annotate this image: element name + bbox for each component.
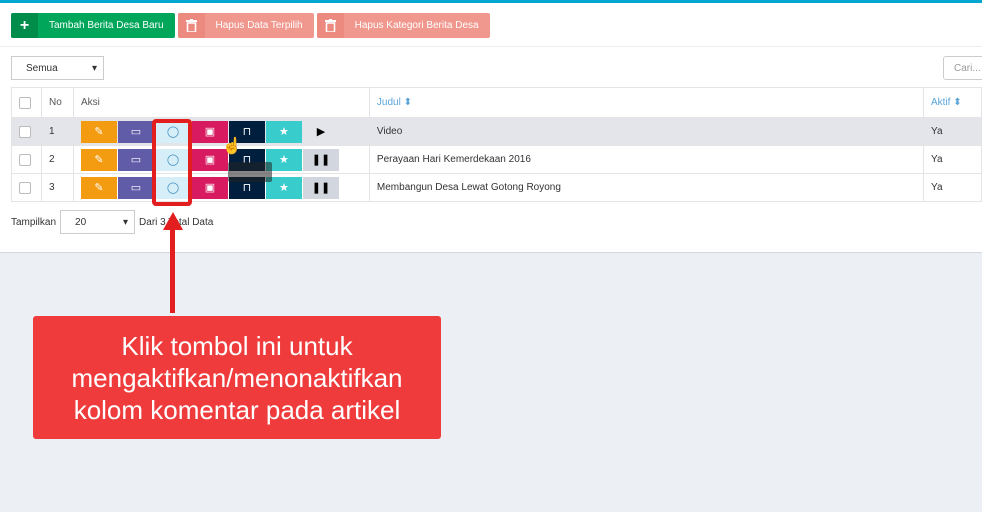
- header-aksi: Aksi: [72, 87, 370, 118]
- row-no: 1: [40, 117, 74, 146]
- trash-icon: ▣: [204, 154, 216, 166]
- add-news-button[interactable]: + Tambah Berita Desa Baru: [11, 13, 175, 38]
- delete-selected-label: Hapus Data Terpilih: [215, 20, 303, 31]
- activate-button[interactable]: ▶: [303, 121, 339, 143]
- caret-down-icon: ▾: [123, 216, 129, 228]
- select-all-checkbox[interactable]: [19, 96, 31, 109]
- deactivate-button[interactable]: ❚❚: [302, 148, 339, 171]
- pause-icon: ❚❚: [311, 182, 331, 194]
- deactivate-button[interactable]: ❚❚: [302, 176, 339, 199]
- row-judul: Membangun Desa Lewat Gotong Royong: [368, 173, 925, 202]
- edit-button[interactable]: ✎: [80, 120, 117, 143]
- folder-button[interactable]: ▭: [117, 120, 154, 143]
- per-page-select[interactable]: 20 ▾: [60, 210, 136, 234]
- table-header-row: No Aksi Judul ⬍ Aktif ⬍: [11, 87, 982, 118]
- toolbar-divider: [0, 46, 982, 47]
- sort-icon: ⬍: [953, 97, 962, 108]
- play-icon: ▶: [316, 126, 326, 138]
- header-aktif-label: Aktif: [931, 97, 951, 108]
- row-no: 3: [40, 173, 74, 202]
- trash-icon: ▣: [204, 126, 216, 138]
- delete-category-label: Hapus Kategori Berita Desa: [354, 20, 479, 31]
- delete-button[interactable]: ▣: [191, 176, 228, 199]
- header-judul-label: Judul: [376, 97, 401, 108]
- row-checkbox[interactable]: [19, 153, 31, 166]
- trash-icon: [316, 13, 344, 38]
- add-news-label: Tambah Berita Desa Baru: [49, 20, 164, 31]
- folder-icon: ▭: [130, 182, 142, 194]
- per-page-value: 20: [75, 216, 87, 228]
- hand-cursor-icon: ☝: [222, 138, 242, 155]
- highlight-button[interactable]: ★: [265, 120, 302, 143]
- row-checkbox[interactable]: [19, 181, 31, 194]
- star-icon: ★: [279, 154, 289, 166]
- row-aktif: Ya: [923, 117, 982, 146]
- unlock-icon: ⊓: [242, 126, 252, 138]
- status-filter-value: Semua: [26, 62, 58, 74]
- pause-icon: ❚❚: [311, 154, 331, 166]
- delete-category-button[interactable]: Hapus Kategori Berita Desa: [316, 13, 490, 38]
- header-aktif[interactable]: Aktif ⬍: [923, 87, 982, 118]
- folder-icon: ▭: [130, 126, 142, 138]
- row-select-cell: [11, 117, 42, 146]
- sort-icon: ⬍: [403, 97, 412, 108]
- edit-button[interactable]: ✎: [80, 176, 117, 199]
- instruction-callout: Klik tombol ini untuk mengaktifkan/menon…: [33, 316, 441, 439]
- show-label: Tampilkan: [11, 216, 57, 228]
- folder-icon: ▭: [130, 154, 142, 166]
- row-select-cell: [11, 145, 42, 174]
- tooltip: [228, 162, 272, 182]
- header-judul[interactable]: Judul ⬍: [368, 87, 925, 118]
- header-no: No: [40, 87, 74, 118]
- plus-icon: +: [11, 13, 38, 38]
- row-judul: Video: [368, 117, 925, 146]
- row-checkbox[interactable]: [19, 125, 31, 138]
- delete-selected-button[interactable]: Hapus Data Terpilih: [177, 13, 314, 38]
- row-select-cell: [11, 173, 42, 202]
- arrow-line: [170, 228, 175, 313]
- callout-text: Klik tombol ini untuk mengaktifkan/menon…: [71, 330, 403, 425]
- status-filter-select[interactable]: Semua ▾: [11, 56, 104, 80]
- trash-icon: [177, 13, 205, 38]
- toolbar: + Tambah Berita Desa Baru Hapus Data Ter…: [11, 13, 490, 38]
- edit-icon: ✎: [94, 126, 104, 138]
- row-actions: ✎ ▭ ◯ ▣ ⊓ ★ ❚❚: [72, 173, 370, 202]
- star-icon: ★: [279, 126, 289, 138]
- unlock-icon: ⊓: [242, 182, 252, 194]
- row-aktif: Ya: [923, 173, 982, 202]
- row-judul: Perayaan Hari Kemerdekaan 2016: [368, 145, 925, 174]
- search-input[interactable]: Cari...: [943, 56, 982, 80]
- edit-button[interactable]: ✎: [80, 148, 117, 171]
- edit-icon: ✎: [94, 182, 104, 194]
- folder-button[interactable]: ▭: [117, 148, 154, 171]
- select-all-cell: [11, 87, 42, 118]
- caret-down-icon: ▾: [91, 62, 97, 74]
- trash-icon: ▣: [204, 182, 216, 194]
- folder-button[interactable]: ▭: [117, 176, 154, 199]
- row-aktif: Ya: [923, 145, 982, 174]
- comment-button-highlight: [152, 119, 192, 206]
- edit-icon: ✎: [94, 154, 104, 166]
- row-no: 2: [40, 145, 74, 174]
- star-icon: ★: [279, 182, 289, 194]
